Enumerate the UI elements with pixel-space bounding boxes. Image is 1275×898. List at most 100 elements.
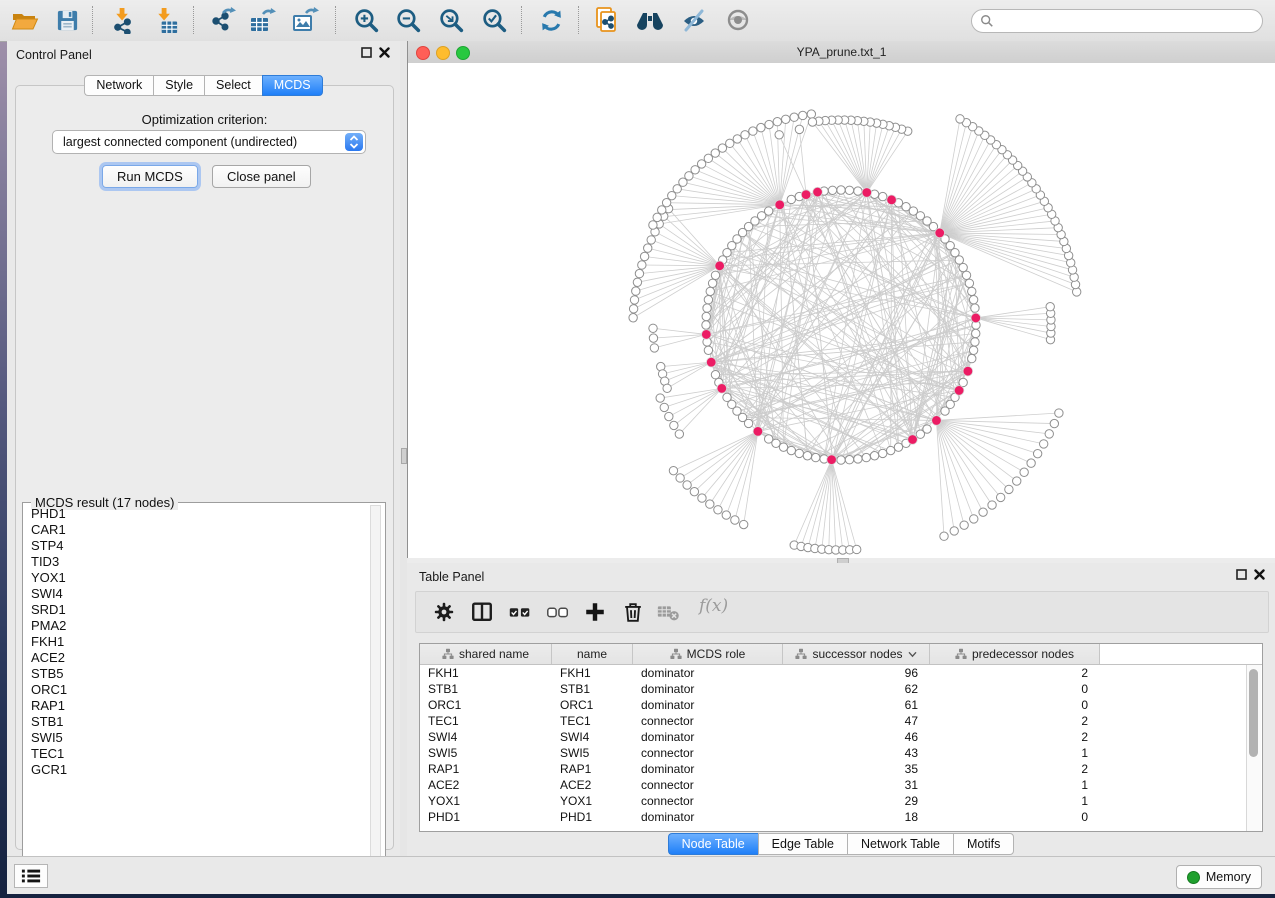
column-header-shared-name[interactable]: shared name bbox=[420, 644, 552, 664]
panel-list-button[interactable] bbox=[14, 864, 48, 888]
new-network-from-selection-button[interactable] bbox=[590, 5, 624, 35]
column-header-MCDS-role[interactable]: MCDS role bbox=[633, 644, 783, 664]
close-panel-icon[interactable] bbox=[1254, 569, 1265, 580]
zoom-in-button[interactable] bbox=[349, 5, 383, 35]
dominator-node[interactable] bbox=[827, 455, 837, 465]
table-row[interactable]: SWI5SWI5connector431 bbox=[420, 745, 1262, 761]
dominator-node[interactable] bbox=[775, 200, 785, 210]
mcds-result-item[interactable]: ACE2 bbox=[24, 650, 368, 666]
save-session-button[interactable] bbox=[50, 5, 84, 35]
dominator-node[interactable] bbox=[954, 386, 964, 396]
import-table-button[interactable] bbox=[149, 5, 183, 35]
mcds-result-item[interactable]: SRD1 bbox=[24, 602, 368, 618]
tab-network[interactable]: Network bbox=[84, 75, 153, 96]
network-window-titlebar[interactable]: YPA_prune.txt_1 bbox=[408, 41, 1275, 64]
table-row[interactable]: ORC1ORC1dominator610 bbox=[420, 697, 1262, 713]
mcds-result-item[interactable]: RAP1 bbox=[24, 698, 368, 714]
float-window-icon[interactable] bbox=[1236, 569, 1247, 580]
mcds-result-item[interactable]: STB1 bbox=[24, 714, 368, 730]
zoom-fit-button[interactable] bbox=[434, 5, 468, 35]
memory-button[interactable]: Memory bbox=[1176, 865, 1262, 889]
mcds-result-item[interactable]: SWI4 bbox=[24, 586, 368, 602]
close-panel-icon[interactable] bbox=[379, 47, 390, 58]
export-image-button[interactable] bbox=[288, 5, 322, 35]
mcds-result-item[interactable]: PHD1 bbox=[24, 506, 368, 522]
dominator-node[interactable] bbox=[753, 427, 763, 437]
cell-MCDS-role: dominator bbox=[633, 729, 783, 745]
deselect-all-button[interactable] bbox=[542, 596, 574, 628]
mcds-result-item[interactable]: TID3 bbox=[24, 554, 368, 570]
dominator-node[interactable] bbox=[971, 313, 981, 323]
dominator-node[interactable] bbox=[801, 190, 811, 200]
table-row[interactable]: RAP1RAP1dominator352 bbox=[420, 761, 1262, 777]
tab-mcds[interactable]: MCDS bbox=[262, 75, 323, 96]
mcds-result-item[interactable]: TEC1 bbox=[24, 746, 368, 762]
dominator-node[interactable] bbox=[932, 416, 942, 426]
column-header-name[interactable]: name bbox=[552, 644, 633, 664]
delete-rows-button[interactable] bbox=[617, 596, 649, 628]
table-settings-button[interactable] bbox=[428, 596, 460, 628]
mcds-result-item[interactable]: ORC1 bbox=[24, 682, 368, 698]
column-header-predecessor-nodes[interactable]: predecessor nodes bbox=[930, 644, 1100, 664]
export-network-button[interactable] bbox=[206, 5, 240, 35]
zoom-selected-button[interactable] bbox=[477, 5, 511, 35]
export-table-button[interactable] bbox=[245, 5, 279, 35]
table-row[interactable]: TEC1TEC1connector472 bbox=[420, 713, 1262, 729]
column-header-successor-nodes[interactable]: successor nodes bbox=[783, 644, 930, 664]
show-all-button[interactable] bbox=[721, 5, 755, 35]
table-row[interactable]: ACE2ACE2connector311 bbox=[420, 777, 1262, 793]
mcds-result-list[interactable]: PHD1CAR1STP4TID3YOX1SWI4SRD1PMA2FKH1ACE2… bbox=[24, 506, 368, 866]
add-row-button[interactable] bbox=[579, 596, 611, 628]
float-window-icon[interactable] bbox=[361, 47, 372, 58]
dominator-node[interactable] bbox=[717, 384, 727, 394]
zoom-out-button[interactable] bbox=[391, 5, 425, 35]
table-row[interactable]: STB1STB1dominator620 bbox=[420, 681, 1262, 697]
mcds-list-scrollbar[interactable] bbox=[370, 505, 381, 869]
dominator-node[interactable] bbox=[862, 188, 872, 198]
mcds-result-item[interactable]: SWI5 bbox=[24, 730, 368, 746]
dominator-node[interactable] bbox=[702, 330, 712, 340]
function-builder-button[interactable]: f(x) bbox=[699, 596, 728, 616]
table-scrollbar[interactable] bbox=[1246, 665, 1261, 831]
mcds-result-item[interactable]: CAR1 bbox=[24, 522, 368, 538]
mcds-result-item[interactable]: PMA2 bbox=[24, 618, 368, 634]
table-row[interactable]: YOX1YOX1connector291 bbox=[420, 793, 1262, 809]
network-canvas[interactable] bbox=[408, 63, 1275, 557]
open-file-button[interactable] bbox=[8, 5, 42, 35]
node-table[interactable]: shared namenameMCDS rolesuccessor nodesp… bbox=[419, 643, 1263, 832]
apply-layout-button[interactable] bbox=[534, 5, 568, 35]
table-row[interactable]: SWI4SWI4dominator462 bbox=[420, 729, 1262, 745]
mcds-result-item[interactable]: YOX1 bbox=[24, 570, 368, 586]
select-all-button[interactable] bbox=[504, 596, 536, 628]
dominator-node[interactable] bbox=[813, 187, 823, 197]
mcds-result-item[interactable]: FKH1 bbox=[24, 634, 368, 650]
hide-selected-button[interactable] bbox=[677, 5, 711, 35]
tab-select[interactable]: Select bbox=[204, 75, 262, 96]
tab-edge-table[interactable]: Edge Table bbox=[758, 833, 847, 855]
first-neighbors-button[interactable] bbox=[633, 5, 667, 35]
import-network-button[interactable] bbox=[106, 5, 140, 35]
scrollbar-thumb[interactable] bbox=[1249, 669, 1258, 757]
show-columns-button[interactable] bbox=[466, 596, 498, 628]
dominator-node[interactable] bbox=[715, 261, 725, 271]
dominator-node[interactable] bbox=[887, 195, 897, 205]
tab-network-table[interactable]: Network Table bbox=[847, 833, 953, 855]
table-row[interactable]: FKH1FKH1dominator962 bbox=[420, 665, 1262, 681]
delete-table-button[interactable] bbox=[653, 596, 685, 628]
mcds-result-item[interactable]: STB5 bbox=[24, 666, 368, 682]
dominator-node[interactable] bbox=[706, 357, 716, 367]
criterion-dropdown[interactable]: largest connected component (undirected) bbox=[52, 130, 366, 154]
close-panel-button[interactable]: Close panel bbox=[212, 165, 311, 188]
dominator-node[interactable] bbox=[935, 228, 945, 238]
tab-motifs[interactable]: Motifs bbox=[953, 833, 1014, 855]
mcds-result-item[interactable]: GCR1 bbox=[24, 762, 368, 778]
dominator-node[interactable] bbox=[963, 366, 973, 376]
tab-node-table[interactable]: Node Table bbox=[668, 833, 758, 855]
tab-style[interactable]: Style bbox=[153, 75, 204, 96]
search-input[interactable] bbox=[994, 11, 1262, 31]
dominator-node[interactable] bbox=[908, 435, 918, 445]
table-row[interactable]: PHD1PHD1dominator180 bbox=[420, 809, 1262, 825]
mcds-result-item[interactable]: STP4 bbox=[24, 538, 368, 554]
run-mcds-button[interactable]: Run MCDS bbox=[102, 165, 198, 188]
network-graph[interactable] bbox=[408, 63, 1275, 557]
